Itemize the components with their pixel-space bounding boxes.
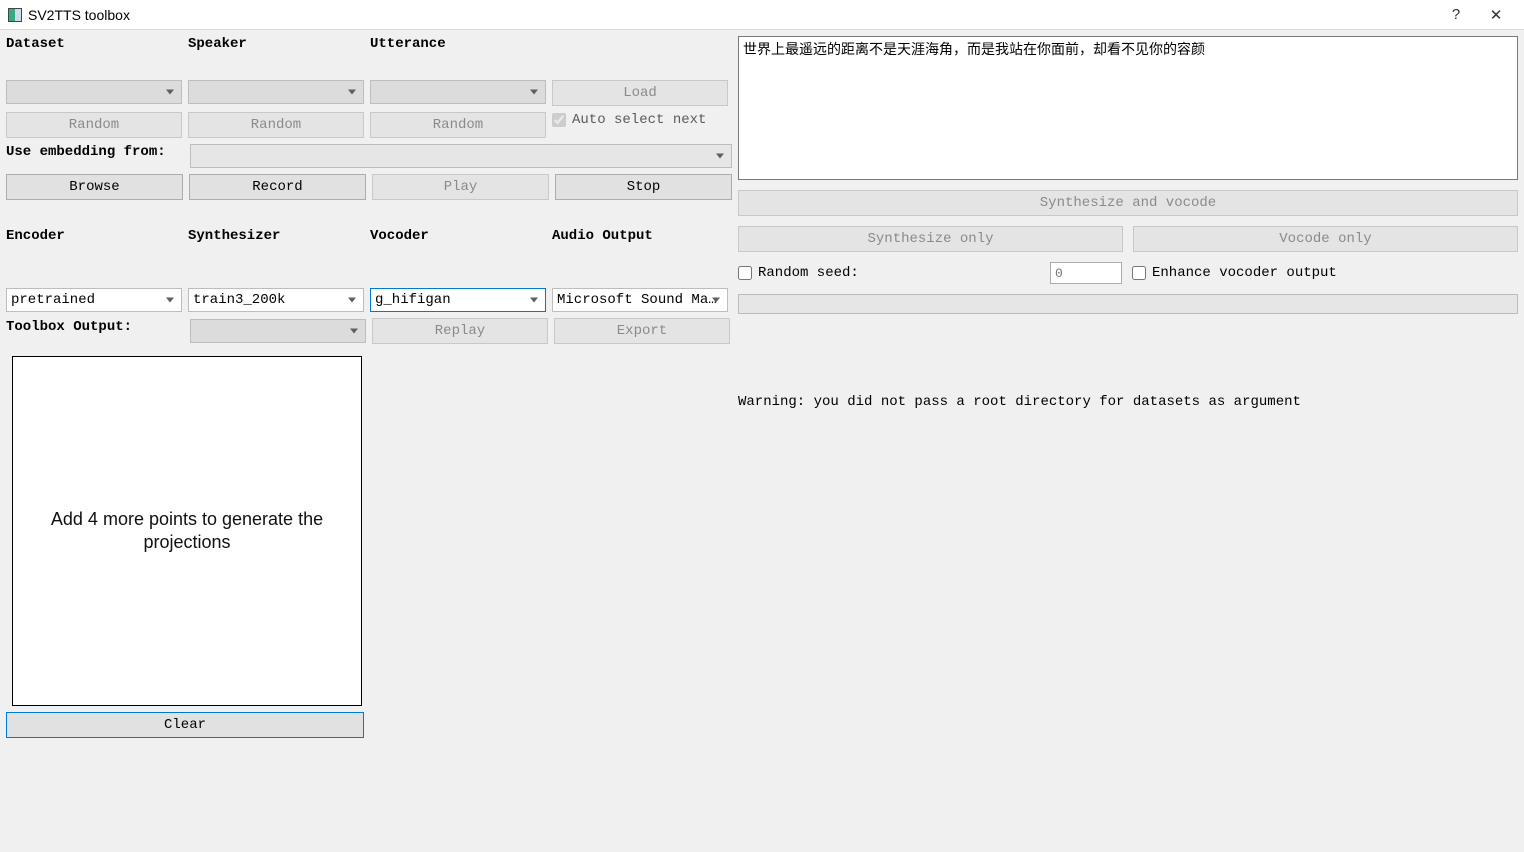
text-input[interactable]: [738, 36, 1518, 180]
encoder-select[interactable]: [6, 288, 182, 312]
export-button[interactable]: Export: [554, 318, 730, 344]
auto-select-next-checkbox[interactable]: Auto select next: [552, 112, 728, 128]
synthesizer-label: Synthesizer: [188, 228, 364, 246]
projection-plot: Add 4 more points to generate the projec…: [12, 356, 362, 706]
utterance-label: Utterance: [370, 36, 546, 54]
play-button[interactable]: Play: [372, 174, 549, 200]
use-embedding-label: Use embedding from:: [6, 144, 184, 162]
warning-text: Warning: you did not pass a root directo…: [738, 394, 1518, 410]
dataset-select[interactable]: [6, 80, 182, 104]
encoder-label: Encoder: [6, 228, 182, 246]
embedding-select[interactable]: [190, 144, 732, 168]
synthesizer-select[interactable]: [188, 288, 364, 312]
speaker-label: Speaker: [188, 36, 364, 54]
speaker-select[interactable]: [188, 80, 364, 104]
random-seed-input[interactable]: [1050, 262, 1122, 284]
enhance-vocoder-label: Enhance vocoder output: [1152, 265, 1337, 281]
clear-button[interactable]: Clear: [6, 712, 364, 738]
auto-select-next-input[interactable]: [552, 113, 566, 127]
browse-button[interactable]: Browse: [6, 174, 183, 200]
stop-button[interactable]: Stop: [555, 174, 732, 200]
random-seed-label: Random seed:: [758, 265, 859, 281]
speaker-random-button[interactable]: Random: [188, 112, 364, 138]
audio-output-select[interactable]: [552, 288, 728, 312]
synthesize-only-button[interactable]: Synthesize only: [738, 226, 1123, 252]
load-button[interactable]: Load: [552, 80, 728, 106]
toolbox-output-select[interactable]: [190, 319, 366, 343]
utterance-random-button[interactable]: Random: [370, 112, 546, 138]
vocoder-label: Vocoder: [370, 228, 546, 246]
random-seed-checkbox[interactable]: Random seed:: [738, 265, 859, 281]
synthesize-vocode-button[interactable]: Synthesize and vocode: [738, 190, 1518, 216]
replay-button[interactable]: Replay: [372, 318, 548, 344]
random-seed-input-checkbox[interactable]: [738, 266, 752, 280]
record-button[interactable]: Record: [189, 174, 366, 200]
vocoder-select[interactable]: [370, 288, 546, 312]
close-button[interactable]: ✕: [1476, 1, 1516, 29]
app-icon: [8, 8, 22, 22]
window-title: SV2TTS toolbox: [28, 7, 1436, 23]
auto-select-next-label: Auto select next: [572, 112, 706, 128]
enhance-vocoder-checkbox[interactable]: Enhance vocoder output: [1132, 265, 1337, 281]
progress-bar: [738, 294, 1518, 314]
projection-plot-message: Add 4 more points to generate the projec…: [13, 508, 361, 555]
utterance-select[interactable]: [370, 80, 546, 104]
dataset-random-button[interactable]: Random: [6, 112, 182, 138]
vocode-only-button[interactable]: Vocode only: [1133, 226, 1518, 252]
enhance-vocoder-input[interactable]: [1132, 266, 1146, 280]
dataset-label: Dataset: [6, 36, 182, 54]
audio-output-label: Audio Output: [552, 228, 728, 246]
help-button[interactable]: ?: [1436, 1, 1476, 29]
toolbox-output-label: Toolbox Output:: [6, 319, 184, 337]
